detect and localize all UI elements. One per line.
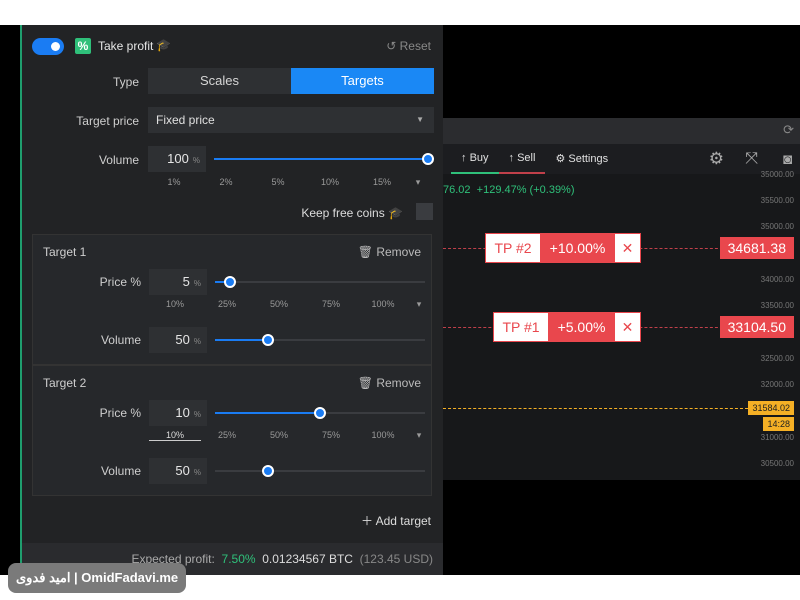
price-input[interactable]: 10% [149,400,207,426]
volume-slider[interactable] [214,153,434,165]
take-profit-toggle[interactable] [32,38,64,55]
tp1-price: 33104.50 [719,316,794,338]
axis-label: 35500.00 [760,196,794,205]
volume-presets: 1% 2% 5% 10% 15% ▾ [148,177,428,188]
axis-label: 35000.00 [760,170,794,179]
preset[interactable]: 50% [253,299,305,310]
panel-title: Take profit [98,39,154,53]
axis-label: 35000.00 [760,222,794,231]
close-icon[interactable]: ✕ [615,234,640,262]
camera-icon[interactable]: ◙ [783,151,792,168]
volume-slider[interactable] [215,465,425,477]
current-price: 31584.02 [748,401,794,415]
axis-label: 32000.00 [760,380,794,389]
current-price-line [443,408,748,409]
gear-icon[interactable]: ⚙ [709,149,724,169]
target-price-label: Target price [76,114,139,128]
preset[interactable]: 5% [252,177,304,188]
fullscreen-icon[interactable]: ⤧ [745,150,758,168]
chart-panel: ⟳ ↑ Buy ↑ Sell ⚙ Settings ⚙ ⤧ ◙ 76.02 +1… [443,118,800,480]
keep-free-coins-label: Keep free coins 🎓 [301,206,403,220]
chevron-down-icon[interactable]: ▾ [409,299,429,310]
graduation-cap-icon: 🎓 [388,206,403,220]
tp2-price: 34681.38 [719,237,794,259]
volume-label: Volume [100,333,141,347]
preset[interactable]: 100% [357,299,409,310]
keep-free-coins-checkbox[interactable] [416,203,433,220]
axis-label: 32500.00 [760,354,794,363]
preset[interactable]: 50% [253,430,305,441]
preset[interactable]: 25% [201,430,253,441]
chart-titlebar: ⟳ [443,118,800,144]
preset[interactable]: 100% [357,430,409,441]
chart-toolbar: ↑ Buy ↑ Sell ⚙ Settings ⚙ ⤧ ◙ [443,144,800,174]
preset[interactable]: 25% [201,299,253,310]
sell-label: Sell [517,152,536,164]
reset-button[interactable]: ↺ Reset [386,39,431,53]
axis-label: 31000.00 [760,433,794,442]
tp1-label: TP #1 [502,319,540,335]
tp2-order[interactable]: TP #2 +10.00% ✕ [485,233,641,263]
buy-tab[interactable]: ↑ Buy [451,144,499,174]
volume-input[interactable]: 100% [148,146,206,172]
axis-label: 33500.00 [760,301,794,310]
price-label: Price % [99,406,141,420]
preset[interactable]: 2% [200,177,252,188]
preset[interactable]: 15% [356,177,408,188]
preset[interactable]: 75% [305,430,357,441]
tp2-pct: +10.00% [540,234,615,262]
volume-label: Volume [100,464,141,478]
target-1: Target 1 🗑 Remove Price % 5% 10% 25% 50% 75… [32,234,432,365]
profit-btc: 0.01234567 BTC [262,552,353,566]
preset[interactable]: 75% [305,299,357,310]
chevron-down-icon: ▼ [416,115,424,124]
target-title: Target 1 [43,245,87,259]
tp1-pct: +5.00% [548,313,615,341]
volume-slider[interactable] [215,334,425,346]
remove-button[interactable]: 🗑 Remove [358,245,421,259]
axis-label: 34000.00 [760,275,794,284]
price-change: 76.02 +129.47% (+0.39%) [443,184,575,196]
volume-label: Volume [98,153,139,167]
chevron-down-icon[interactable]: ▾ [408,177,428,188]
add-target-button[interactable]: ＋ Add target [361,512,431,529]
remove-button[interactable]: 🗑 Remove [358,376,421,390]
sell-tab[interactable]: ↑ Sell [498,144,546,174]
price-presets: 10% 25% 50% 75% 100% ▾ [149,430,429,441]
price-presets: 10% 25% 50% 75% 100% ▾ [149,299,429,310]
preset[interactable]: 10% [304,177,356,188]
target-title: Target 2 [43,376,87,390]
graduation-cap-icon[interactable]: 🎓 [156,38,171,52]
tp2-label: TP #2 [494,240,532,256]
profit-usd: (123.45 USD) [359,552,433,566]
settings-label: Settings [568,153,609,165]
refresh-icon[interactable]: ⟳ [783,122,794,138]
volume-input[interactable]: 50% [149,327,207,353]
take-profit-panel: % Take profit 🎓 ↺ Reset Type Scales Targ… [20,25,443,575]
preset[interactable]: 10% [149,299,201,310]
target-price-select[interactable]: Fixed price ▼ [148,107,434,133]
price-slider[interactable] [215,276,425,288]
type-selector: Scales Targets [148,68,434,94]
axis-label: 30500.00 [760,459,794,468]
close-icon[interactable]: ✕ [615,313,640,341]
current-time: 14:28 [763,417,794,431]
preset[interactable]: 1% [148,177,200,188]
volume-input[interactable]: 50% [149,458,207,484]
price-slider[interactable] [215,407,425,419]
tab-scales[interactable]: Scales [148,68,291,94]
tab-targets[interactable]: Targets [291,68,434,94]
chevron-down-icon[interactable]: ▾ [409,430,429,441]
price-input[interactable]: 5% [149,269,207,295]
preset[interactable]: 10% [149,430,201,441]
tp1-order[interactable]: TP #1 +5.00% ✕ [493,312,641,342]
buy-label: Buy [469,152,489,164]
price-label: Price % [99,275,141,289]
type-label: Type [112,75,139,89]
percent-icon: % [75,38,91,54]
target-2: Target 2 🗑 Remove Price % 10% 10% 25% 50% 7… [32,365,432,496]
profit-percent: 7.50% [221,552,256,566]
watermark: امید فدوی | OmidFadavi.me [8,563,187,593]
settings-tab[interactable]: ⚙ Settings [545,145,618,173]
